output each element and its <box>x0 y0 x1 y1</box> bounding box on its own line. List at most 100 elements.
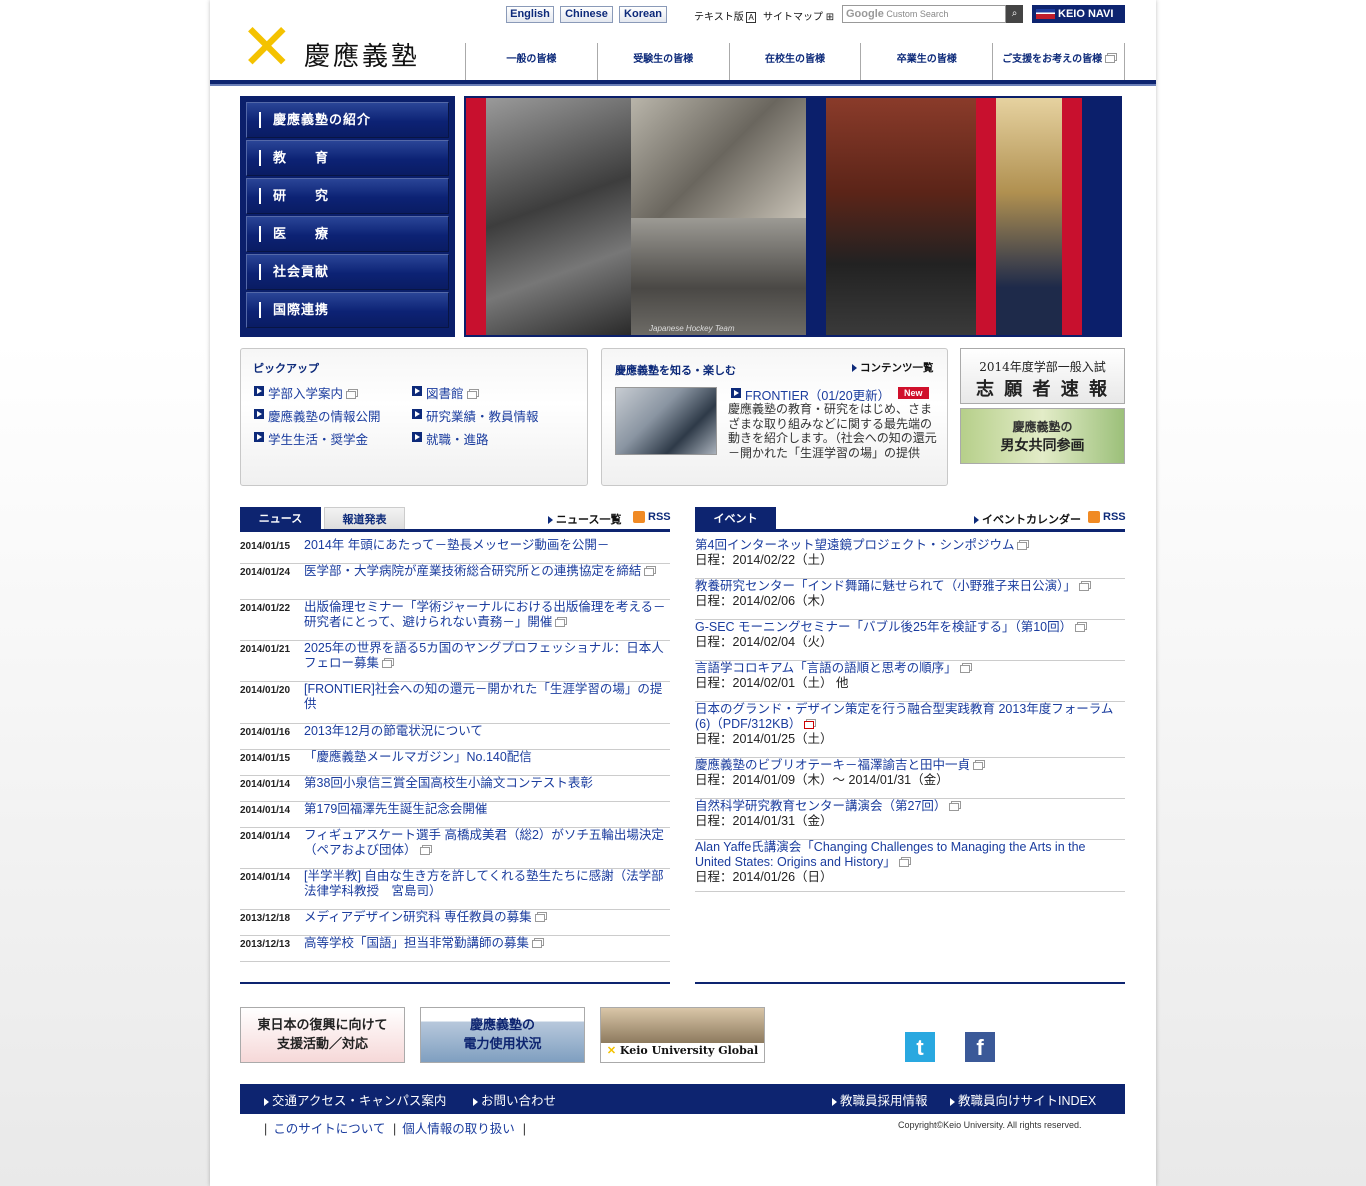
event-link[interactable]: 教養研究センター「インド舞踊に魅せられて（小野雅子来日公演）」 <box>695 579 1125 594</box>
news-row: 2014/01/16 2013年12月の節電状況について <box>240 724 670 750</box>
pickup-career-link[interactable]: 就職・進路 <box>412 429 489 448</box>
news-link[interactable]: [FRONTIER]社会への知の還元－開かれた「生涯学習の場」の提供 <box>304 682 670 712</box>
news-link[interactable]: 第38回小泉信三賞全国高校生小論文コンテスト表彰 <box>304 776 670 791</box>
frontier-thumbnail[interactable] <box>615 387 717 455</box>
nav-applicants[interactable]: 受験生の皆様 <box>598 43 730 80</box>
event-link[interactable]: Alan Yaffe氏講演会「Changing Challenges to Ma… <box>695 840 1125 870</box>
news-link[interactable]: 高等学校「国語」担当非常勤講師の募集 <box>304 936 670 951</box>
event-link[interactable]: 自然科学研究教育センター講演会（第27回） <box>695 799 1125 814</box>
event-title: Alan Yaffe氏講演会「Changing Challenges to Ma… <box>695 840 1086 869</box>
keio-navi-button[interactable]: KEIO NAVI <box>1032 5 1125 23</box>
news-title: [FRONTIER]社会への知の還元－開かれた「生涯学習の場」の提供 <box>304 682 663 711</box>
external-window-icon <box>419 846 430 855</box>
nav-supporters[interactable]: ご支援をお考えの皆様 <box>993 43 1125 80</box>
news-list-link[interactable]: ニュース一覧 <box>548 511 621 527</box>
news-link[interactable]: 2013年12月の節電状況について <box>304 724 670 739</box>
footer-bar: 交通アクセス・キャンパス案内 お問い合わせ 教職員採用情報 教職員向けサイトIN… <box>240 1084 1125 1114</box>
pickup-title: ピックアップ <box>253 363 319 375</box>
separator: | <box>264 1122 268 1136</box>
news-link[interactable]: メディアデザイン研究科 専任教員の募集 <box>304 910 670 925</box>
facebook-icon[interactable]: f <box>965 1032 995 1062</box>
tab-news[interactable]: ニュース <box>240 507 321 529</box>
news-title: 高等学校「国語」担当非常勤講師の募集 <box>304 936 530 950</box>
search-input[interactable]: Google Custom Search <box>842 5 1006 23</box>
search-button[interactable]: ⌕ <box>1006 5 1023 23</box>
footer-staff-index-label: 教職員向けサイトINDEX <box>958 1094 1097 1108</box>
event-link[interactable]: 日本のグランド・デザイン策定を行う融合型実践教育 2013年度フォーラム(6)（… <box>695 702 1125 732</box>
event-link[interactable]: 慶應義塾のビブリオテーキ－福澤諭吉と田中一貞 <box>695 758 1125 773</box>
news-row: 2014/01/20 [FRONTIER]社会への知の還元－開かれた「生涯学習の場… <box>240 682 670 724</box>
event-link[interactable]: 第4回インターネット望遠鏡プロジェクト・シンポジウム <box>695 538 1125 553</box>
news-link[interactable]: 2014年 年頭にあたって－塾長メッセージ動画を公開－ <box>304 538 670 553</box>
event-date: 日程：2014/01/09（木）～ 2014/01/31（金） <box>695 773 949 787</box>
recovery-banner[interactable]: 東日本の復興に向けて 支援活動／対応 <box>240 1007 405 1063</box>
news-title: メディアデザイン研究科 専任教員の募集 <box>304 910 532 924</box>
news-date: 2014/01/15 <box>240 541 291 552</box>
pdf-icon <box>804 720 815 729</box>
chinese-button[interactable]: Chinese <box>560 6 613 23</box>
hero-image[interactable]: Japanese Hockey Team <box>464 96 1122 337</box>
footer-contact-link[interactable]: お問い合わせ <box>473 1090 556 1109</box>
hero-red-stripe <box>466 98 486 335</box>
sitemap-label: サイトマップ <box>763 12 823 23</box>
contents-list-link[interactable]: コンテンツ一覧 <box>852 360 934 375</box>
event-link[interactable]: 言語学コロキアム「言語の語順と思考の順序」 <box>695 661 1125 676</box>
event-link[interactable]: G-SEC モーニングセミナー「バブル後25年を検証する」（第10回） <box>695 620 1125 635</box>
site-logo[interactable]: ✕ 慶應義塾 <box>240 16 420 80</box>
pickup-research-link[interactable]: 研究業績・教員情報 <box>412 406 539 425</box>
pickup-admission-link[interactable]: 学部入学案内 <box>254 383 357 402</box>
menu-social[interactable]: 社会貢献 <box>246 254 449 290</box>
sitemap-icon: ⊞ <box>825 12 835 23</box>
menu-research[interactable]: 研 究 <box>246 178 449 214</box>
news-rss-link[interactable]: RSS <box>633 511 671 524</box>
news-link[interactable]: [半学半教] 自由な生き方を許してくれる塾生たちに感謝（法学部法律学科教授 宮島… <box>304 869 670 899</box>
news-link[interactable]: 第179回福澤先生誕生記念会開催 <box>304 802 670 817</box>
event-calendar-link[interactable]: イベントカレンダー <box>974 511 1081 527</box>
nav-alumni[interactable]: 卒業生の皆様 <box>861 43 994 80</box>
news-title: 2014年 年頭にあたって－塾長メッセージ動画を公開－ <box>304 538 610 552</box>
application-status-banner[interactable]: 2014年度学部一般入試 志 願 者 速 報 <box>960 348 1125 404</box>
pickup-library-link[interactable]: 図書館 <box>412 383 477 402</box>
english-button[interactable]: English <box>506 6 554 23</box>
footer-recruit-link[interactable]: 教職員採用情報 <box>832 1090 928 1109</box>
pickup-student-life-link[interactable]: 学生生活・奨学金 <box>254 429 368 448</box>
nav-supporters-label: ご支援をお考えの皆様 <box>1002 54 1103 65</box>
news-link[interactable]: 出版倫理セミナー「学術ジャーナルにおける出版倫理を考える－研究者にとって、避けら… <box>304 600 670 630</box>
power-usage-banner[interactable]: 慶應義塾の 電力使用状況 <box>420 1007 585 1063</box>
nav-students[interactable]: 在校生の皆様 <box>730 43 862 80</box>
pickup-disclosure-link[interactable]: 慶應義塾の情報公開 <box>254 406 381 425</box>
menu-medical[interactable]: 医 療 <box>246 216 449 252</box>
footer-privacy-link[interactable]: | 個人情報の取り扱い | <box>393 1118 526 1137</box>
korean-button[interactable]: Korean <box>619 6 667 23</box>
news-row: 2014/01/14 [半学半教] 自由な生き方を許してくれる塾生たちに感謝（法学… <box>240 869 670 910</box>
external-window-icon <box>532 939 543 948</box>
news-row: 2014/01/14 第38回小泉信三賞全国高校生小論文コンテスト表彰 <box>240 776 670 802</box>
page: English Chinese Korean テキスト版 A サイトマップ ⊞ … <box>210 0 1156 1186</box>
global-banner[interactable]: ✕ Keio University Global <box>600 1007 765 1063</box>
news-title: 2013年12月の節電状況について <box>304 724 483 738</box>
footer-about-link[interactable]: | このサイトについて <box>264 1118 385 1137</box>
news-link[interactable]: 「慶應義塾メールマガジン」No.140配信 <box>304 750 670 765</box>
arrow-icon <box>548 516 553 525</box>
footer-staff-index-link[interactable]: 教職員向けサイトINDEX <box>950 1090 1096 1109</box>
menu-international[interactable]: 国際連携 <box>246 292 449 328</box>
tab-press[interactable]: 報道発表 <box>324 507 405 529</box>
sitemap-link[interactable]: サイトマップ ⊞ <box>763 8 834 23</box>
news-link[interactable]: 2025年の世界を語る5カ国のヤングプロフェッショナル：日本人フェロー募集 <box>304 641 670 671</box>
menu-education[interactable]: 教 育 <box>246 140 449 176</box>
gender-equality-banner[interactable]: 慶應義塾の 男女共同参画 <box>960 408 1125 464</box>
footer-access-link[interactable]: 交通アクセス・キャンパス案内 <box>264 1090 446 1109</box>
news-link[interactable]: 医学部・大学病院が産業技術総合研究所との連携協定を締結 <box>304 564 670 579</box>
event-title: 日本のグランド・デザイン策定を行う融合型実践教育 2013年度フォーラム(6)（… <box>695 702 1114 731</box>
news-link[interactable]: フィギュアスケート選手 高橋成美君（総2）がソチ五輪出場決定（ペアおよび団体） <box>304 828 670 858</box>
twitter-icon[interactable]: t <box>905 1032 935 1062</box>
tab-events[interactable]: イベント <box>695 507 776 529</box>
nav-general[interactable]: 一般の皆様 <box>466 43 598 80</box>
events-rss-link[interactable]: RSS <box>1088 511 1126 524</box>
rss-icon <box>1088 511 1100 524</box>
text-version-link[interactable]: テキスト版 A <box>694 8 756 23</box>
external-window-icon <box>346 390 357 399</box>
menu-about[interactable]: 慶應義塾の紹介 <box>246 102 449 138</box>
text-version-label: テキスト版 <box>694 12 744 23</box>
ceremony-photo <box>996 98 1062 335</box>
